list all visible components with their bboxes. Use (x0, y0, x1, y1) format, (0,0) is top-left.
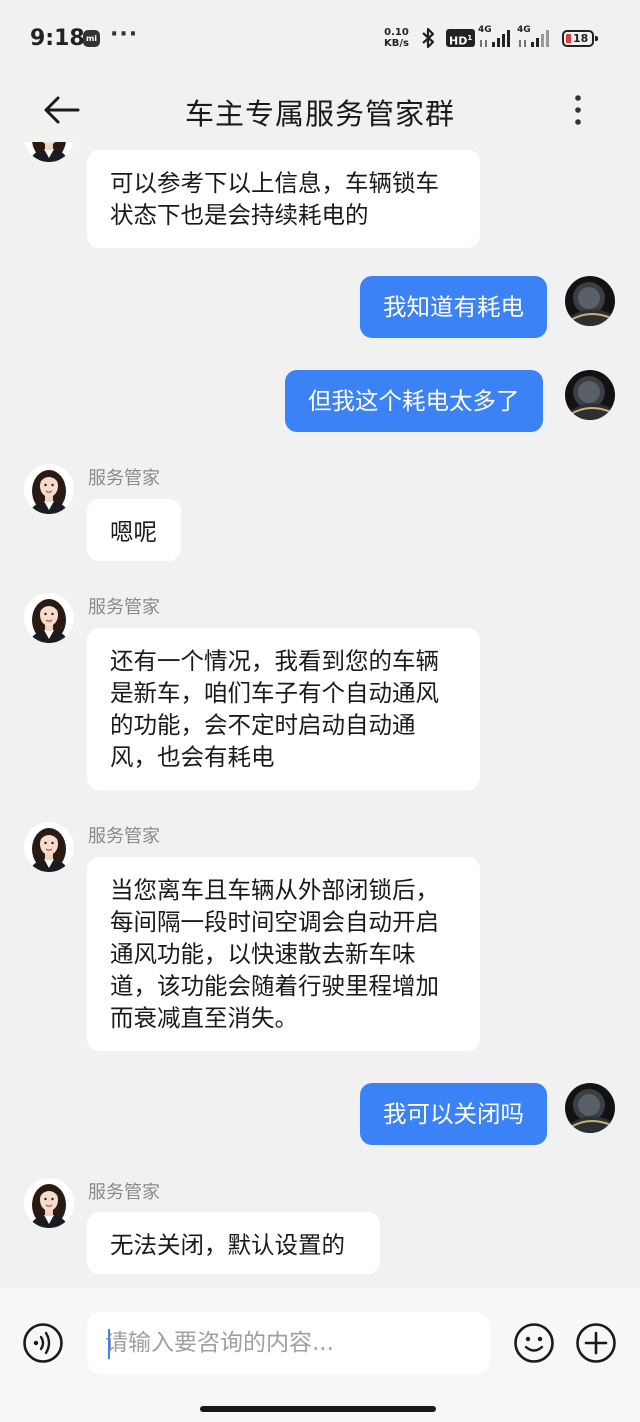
message-bubble-incoming[interactable]: 无法关闭，默认设置的 (87, 1212, 380, 1274)
emoji-button[interactable] (513, 1322, 555, 1364)
signal-icon-2: 4G (517, 25, 553, 52)
chat-header: 车主专属服务管家群 (0, 78, 640, 142)
agent-avatar[interactable] (24, 142, 74, 162)
message-bubble-incoming[interactable]: 还有一个情况，我看到您的车辆是新车，咱们车子有个自动通风的功能，会不定时启动自动… (87, 628, 480, 790)
signal-icon: 4G (478, 25, 514, 52)
voice-input-icon (23, 1323, 63, 1363)
status-bar: 9:18 mi ··· 0.10 KB/s HD1 4G 4G 18 (0, 0, 640, 78)
page-title: 车主专属服务管家群 (184, 97, 455, 131)
message-bubble-incoming[interactable]: 当您离车且车辆从外部闭锁后，每间隔一段时间空调会自动开启通风功能，以快速散去新车… (87, 857, 480, 1051)
more-options-button[interactable] (566, 92, 590, 128)
chat-message-list[interactable]: 可以参考下以上信息，车辆锁车状态下也是会持续耗电的 我知道有耗电 但我这个耗电太… (0, 142, 640, 1288)
user-avatar[interactable] (565, 1083, 615, 1133)
user-avatar[interactable] (565, 370, 615, 420)
sender-name: 服务管家 (88, 597, 160, 618)
bluetooth-icon (422, 27, 435, 49)
message-bubble-outgoing[interactable]: 但我这个耗电太多了 (285, 370, 543, 432)
sender-name: 服务管家 (88, 1182, 160, 1203)
input-bar (0, 1288, 640, 1422)
sender-name: 服务管家 (88, 826, 160, 847)
more-actions-button[interactable] (575, 1322, 617, 1364)
status-time: 9:18 (30, 26, 85, 51)
battery-level: 18 (573, 32, 589, 45)
agent-avatar[interactable] (24, 464, 74, 514)
emoji-icon (514, 1323, 554, 1363)
agent-avatar[interactable] (24, 822, 74, 872)
signal-2-label: 4G (517, 25, 531, 35)
network-speed-value: 0.10 (384, 27, 409, 38)
network-speed: 0.10 KB/s (384, 27, 409, 49)
signal-1-label: 4G (478, 25, 492, 35)
mi-app-icon: mi (83, 30, 100, 47)
home-indicator[interactable] (200, 1406, 436, 1412)
hd-voice-icon: HD1 (446, 29, 476, 48)
more-notifications-icon: ··· (110, 22, 139, 47)
text-caret (108, 1329, 110, 1359)
message-bubble-incoming[interactable]: 可以参考下以上信息，车辆锁车状态下也是会持续耗电的 (87, 150, 480, 248)
more-vertical-icon (575, 95, 581, 125)
voice-input-button[interactable] (22, 1322, 64, 1364)
battery-icon: 18 (562, 30, 598, 47)
agent-avatar[interactable] (24, 1178, 74, 1228)
network-speed-unit: KB/s (384, 38, 409, 49)
message-bubble-outgoing[interactable]: 我知道有耗电 (360, 276, 547, 338)
agent-avatar[interactable] (24, 593, 74, 643)
message-bubble-outgoing[interactable]: 我可以关闭吗 (360, 1083, 547, 1145)
plus-circle-icon (576, 1323, 616, 1363)
message-bubble-incoming[interactable]: 嗯呢 (87, 499, 181, 561)
message-input[interactable] (87, 1312, 490, 1374)
sender-name: 服务管家 (88, 468, 160, 489)
user-avatar[interactable] (565, 276, 615, 326)
